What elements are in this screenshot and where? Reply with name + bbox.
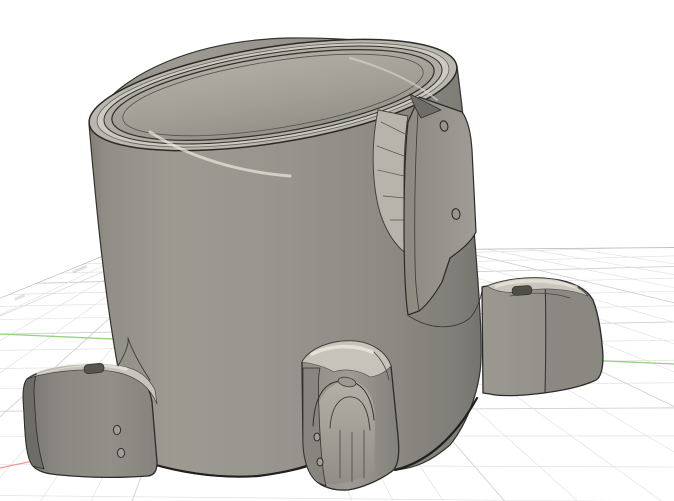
foot-center[interactable] [302,341,399,490]
foot-left-hole-top[interactable] [113,425,120,434]
foot-center-hole-top[interactable] [314,433,320,441]
foot-right[interactable] [482,278,603,396]
grid-line [0,496,674,501]
foot-right-slot[interactable] [512,285,533,295]
foot-right-front-face [545,281,602,392]
foot-left-slot[interactable] [84,363,105,374]
foot-left-hole-bottom[interactable] [117,448,124,457]
grid-label-smudge [14,294,25,301]
foot-left[interactable] [23,338,157,477]
foot-center-hole-bottom[interactable] [317,458,323,466]
cad-viewport[interactable] [0,0,674,501]
model-cylindrical-bracket[interactable] [23,18,603,490]
